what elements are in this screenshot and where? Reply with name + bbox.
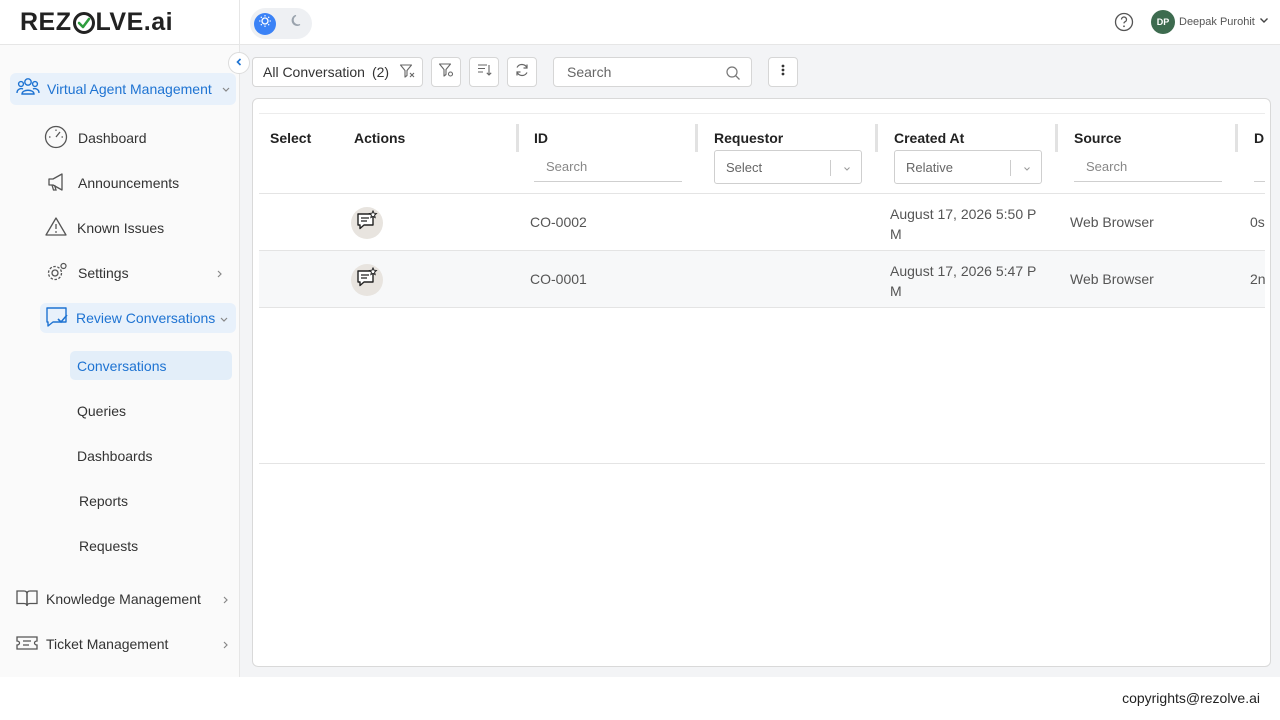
sort-icon [476, 62, 492, 83]
gear-icon [46, 261, 68, 286]
ticket-icon [16, 633, 38, 656]
header-source[interactable]: Source [1074, 130, 1121, 146]
sidebar-item-ticket-management[interactable]: Ticket Management [16, 630, 234, 658]
search-placeholder: Search [567, 64, 612, 80]
chevron-down-icon [842, 162, 852, 177]
main-content: All Conversation (2) Search Select Actio… [240, 45, 1280, 677]
column-resizer[interactable] [1055, 124, 1058, 152]
dark-mode-button[interactable] [286, 13, 308, 35]
conversations-table: Select Actions ID Search Requestor Selec… [259, 113, 1265, 464]
header-id[interactable]: ID [534, 130, 548, 146]
filter-clear-icon[interactable] [399, 63, 415, 82]
sidebar-subitem-requests[interactable]: Requests [70, 531, 232, 560]
sidebar-subitem-dashboards[interactable]: Dashboards [70, 441, 232, 470]
cell-d: 0s [1250, 214, 1265, 230]
chevron-right-icon [220, 638, 232, 654]
advanced-filter-button[interactable] [431, 57, 461, 87]
chevron-down-icon [1022, 162, 1032, 177]
sort-button[interactable] [469, 57, 499, 87]
id-search-input[interactable]: Search [534, 152, 682, 182]
moon-icon [290, 14, 304, 33]
sidebar-subitem-reports[interactable]: Reports [70, 486, 232, 515]
sidebar-item-review-conversations[interactable]: Review Conversations [40, 303, 236, 333]
search-input[interactable]: Search [553, 57, 752, 87]
chat-check-icon [45, 305, 69, 332]
conversation-filter-dropdown[interactable]: All Conversation (2) [252, 57, 423, 87]
source-search-input[interactable]: Search [1074, 152, 1222, 182]
sidebar-item-settings[interactable]: Settings [46, 259, 232, 287]
kebab-menu-icon [781, 63, 785, 82]
header-created-at[interactable]: Created At [894, 130, 964, 146]
created-at-select[interactable]: Relative [894, 150, 1042, 184]
top-header: DP Deepak Purohit [240, 0, 1280, 45]
header-select[interactable]: Select [270, 130, 311, 146]
user-menu[interactable]: DP Deepak Purohit [1151, 10, 1270, 34]
column-resizer[interactable] [875, 124, 878, 152]
cell-id: CO-0002 [530, 214, 587, 230]
refresh-icon [514, 62, 530, 83]
column-resizer[interactable] [695, 124, 698, 152]
refresh-button[interactable] [507, 57, 537, 87]
sidebar: REZ LVE.ai Virtual Agent Management Dashb… [0, 0, 240, 677]
review-chat-button[interactable] [351, 264, 383, 296]
requestor-select[interactable]: Select [714, 150, 862, 184]
sidebar-item-label: Virtual Agent Management [47, 81, 212, 97]
table-row[interactable]: CO-0002 August 17, 2026 5:50 P M Web Bro… [259, 194, 1265, 251]
chevron-left-icon [234, 54, 244, 72]
light-mode-button[interactable] [254, 12, 276, 35]
help-icon[interactable] [1114, 12, 1134, 37]
header-requestor[interactable]: Requestor [714, 130, 783, 146]
theme-toggle[interactable] [250, 8, 312, 39]
filter-label: All Conversation [263, 64, 365, 80]
conversations-table-card: Select Actions ID Search Requestor Selec… [252, 98, 1271, 667]
cell-created-at: August 17, 2026 5:47 P M [890, 263, 1037, 299]
chevron-right-icon [220, 593, 232, 609]
table-row[interactable]: CO-0001 August 17, 2026 5:47 P M Web Bro… [259, 251, 1265, 308]
gauge-icon [44, 125, 68, 152]
sun-icon [258, 14, 272, 33]
sidebar-item-virtual-agent-management[interactable]: Virtual Agent Management [10, 73, 236, 105]
more-options-button[interactable] [768, 57, 798, 87]
cell-source: Web Browser [1070, 271, 1154, 287]
header-d[interactable]: D [1254, 130, 1264, 146]
users-icon [16, 76, 40, 103]
footer-copyright: copyrights@rezolve.ai [1122, 690, 1260, 706]
sidebar-item-knowledge-management[interactable]: Knowledge Management [16, 585, 234, 613]
logo: REZ LVE.ai [20, 7, 174, 36]
chevron-right-icon [214, 267, 226, 283]
cell-id: CO-0001 [530, 271, 587, 287]
chevron-down-icon [220, 82, 232, 100]
megaphone-icon [46, 171, 68, 196]
avatar: DP [1151, 10, 1175, 34]
logo-area: REZ LVE.ai [0, 0, 239, 45]
cell-created-at: August 17, 2026 5:50 P M [890, 206, 1037, 242]
chevron-down-icon [218, 312, 230, 328]
table-header: Select Actions ID Search Requestor Selec… [259, 114, 1265, 194]
chat-star-icon [356, 266, 378, 294]
book-icon [16, 588, 38, 611]
chevron-down-icon [1258, 13, 1270, 31]
header-actions[interactable]: Actions [354, 130, 405, 146]
sidebar-item-dashboard[interactable]: Dashboard [44, 124, 234, 152]
sidebar-subitem-conversations[interactable]: Conversations [70, 351, 232, 380]
cell-d: 2n [1250, 271, 1265, 287]
chat-star-icon [356, 209, 378, 237]
filter-settings-icon [438, 62, 454, 83]
review-chat-button[interactable] [351, 207, 383, 239]
sidebar-item-known-issues[interactable]: Known Issues [45, 214, 235, 242]
logo-check-icon [72, 12, 95, 34]
sidebar-item-announcements[interactable]: Announcements [46, 169, 236, 197]
sidebar-subitem-queries[interactable]: Queries [70, 396, 232, 425]
column-resizer[interactable] [1235, 124, 1238, 152]
search-icon [725, 65, 741, 84]
filter-count: (2) [371, 64, 390, 80]
d-search-input[interactable] [1254, 152, 1265, 182]
user-name: Deepak Purohit [1179, 16, 1255, 28]
warning-icon [45, 216, 67, 241]
column-resizer[interactable] [516, 124, 519, 152]
cell-source: Web Browser [1070, 214, 1154, 230]
sidebar-collapse-button[interactable] [228, 52, 250, 74]
